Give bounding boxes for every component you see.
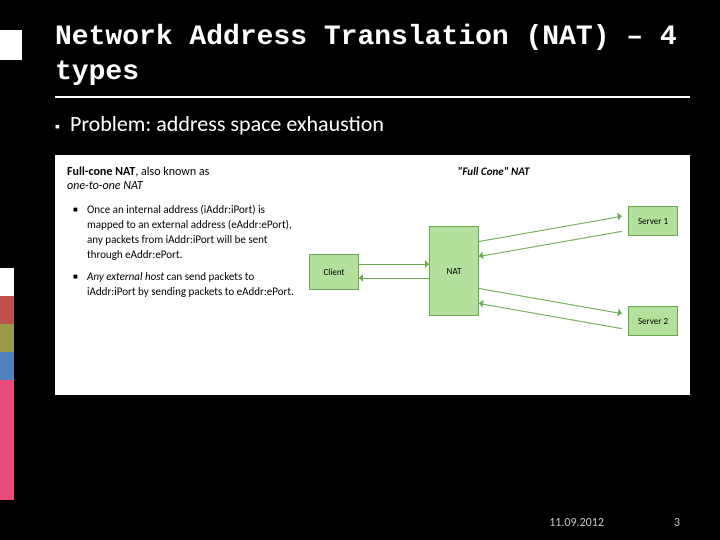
list-item-text: Any external host can send packets to iA… [87, 270, 294, 298]
list-item: Once an internal address (iAddr:iPort) i… [73, 203, 297, 262]
arrow-nat-to-client [359, 278, 429, 279]
slide-title: Network Address Translation (NAT) – 4 ty… [55, 20, 690, 98]
arrow-server2-to-nat [479, 303, 622, 329]
bullet-text: Problem: address space exhaustion [70, 110, 384, 137]
arrow-nat-to-server1 [479, 216, 622, 242]
list-item-text: Once an internal address (iAddr:iPort) i… [87, 203, 292, 261]
card-heading-bold: Full-cone NAT [67, 165, 135, 179]
node-client: Client [309, 254, 359, 290]
card-heading-em: one-to-one NAT [67, 179, 143, 193]
nat-diagram: Client NAT Server 1 Server 2 [309, 186, 678, 376]
content-card: Full-cone NAT, also known as one-to-one … [55, 155, 690, 395]
node-nat: NAT [429, 226, 479, 316]
slide-footer: 11.09.2012 3 [0, 516, 720, 530]
arrow-client-to-nat [359, 264, 429, 265]
list-item: Any external host can send packets to iA… [73, 270, 297, 300]
slide-body: Network Address Translation (NAT) – 4 ty… [0, 0, 720, 540]
diagram-column: "Full Cone" NAT Client NAT Server 1 Serv… [309, 165, 678, 383]
node-server-1: Server 1 [628, 206, 678, 236]
card-heading-rest: , also known as [135, 165, 209, 179]
card-text-column: Full-cone NAT, also known as one-to-one … [67, 165, 297, 383]
card-heading: Full-cone NAT, also known as one-to-one … [67, 165, 297, 193]
footer-date: 11.09.2012 [549, 516, 604, 530]
card-list: Once an internal address (iAddr:iPort) i… [67, 203, 297, 300]
arrow-server1-to-nat [479, 231, 622, 257]
arrow-nat-to-server2 [479, 288, 622, 314]
node-server-2: Server 2 [628, 306, 678, 336]
footer-page-number: 3 [674, 516, 680, 530]
slide-bullet: Problem: address space exhaustion [55, 110, 690, 137]
diagram-title: "Full Cone" NAT [309, 165, 678, 178]
